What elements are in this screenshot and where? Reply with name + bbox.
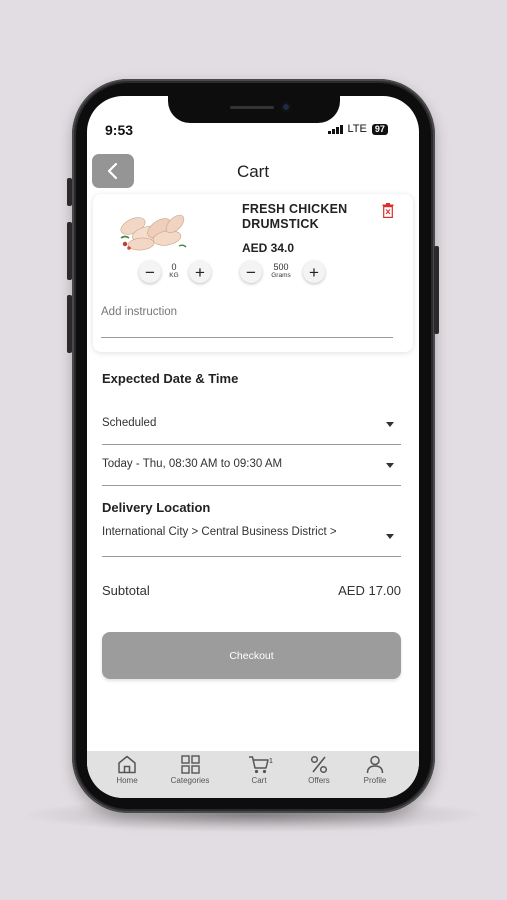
date-time-section-title: Expected Date & Time [102,371,239,386]
tab-offers-label: Offers [308,776,330,785]
person-icon [366,755,384,774]
trash-icon[interactable] [382,203,394,218]
cart-icon [249,756,269,774]
schedule-mode-value: Scheduled [102,417,157,429]
grams-decrement-button[interactable]: − [240,261,262,283]
product-price: AED 34.0 [242,241,295,255]
home-icon [118,755,136,774]
delivery-location-value: International City > Central Business Di… [102,526,337,538]
battery-icon: 97 [371,123,388,135]
kg-unit: KG [169,272,179,279]
bottom-tab-bar: Home Categories 1 Cart Offers Profile [87,751,419,798]
cart-item-card: FRESH CHICKEN DRUMSTICK AED 34.0 − 0 KG … [93,194,413,352]
signal-icon [328,124,343,134]
chevron-down-icon [386,463,394,468]
phone-side-button [67,178,72,206]
chevron-down-icon [386,534,394,539]
time-slot-value: Today - Thu, 08:30 AM to 09:30 AM [102,458,283,470]
grams-unit: Grams [271,272,291,279]
time-slot-underline [102,485,401,486]
delivery-location-select[interactable]: International City > Central Business Di… [102,523,401,557]
tab-cart[interactable]: 1 Cart [229,755,289,785]
product-name: FRESH CHICKEN DRUMSTICK [242,202,348,231]
phone-volume-up-button [67,222,72,280]
notch [168,96,340,123]
kg-increment-button[interactable]: + [189,261,211,283]
tab-cart-label: Cart [251,776,267,785]
phone-volume-down-button [67,295,72,353]
grams-value: 500 [273,262,289,272]
status-time: 9:53 [105,122,134,138]
delivery-location-section-title: Delivery Location [102,500,211,515]
grid-icon [180,755,200,774]
delivery-location-underline [102,556,401,557]
tab-categories-label: Categories [170,776,210,785]
grams-increment-button[interactable]: + [303,261,325,283]
schedule-mode-underline [102,444,401,445]
tab-profile[interactable]: Profile [345,755,405,785]
grams-quantity: 500 Grams [265,262,297,280]
kg-decrement-button[interactable]: − [139,261,161,283]
schedule-mode-select[interactable]: Scheduled [102,414,401,445]
tab-categories[interactable]: Categories [160,755,220,785]
kg-quantity: 0 KG [165,262,183,280]
app-screen: 9:53 LTE 97 Cart FRESH CHICKEN DRUMSTICK… [87,96,419,798]
instruction-underline [101,337,393,338]
network-label: LTE [347,123,367,135]
tab-home-label: Home [116,776,138,785]
tab-home[interactable]: Home [97,755,157,785]
phone-power-button [434,246,439,334]
tab-profile-label: Profile [363,776,387,785]
cart-badge: 1 [269,758,273,765]
checkout-button[interactable]: Checkout [102,632,401,679]
instruction-input[interactable]: Add instruction [101,306,177,318]
status-indicators: LTE 97 [328,123,388,135]
page-title: Cart [236,162,270,181]
chevron-down-icon [386,422,394,427]
tab-offers[interactable]: Offers [289,755,349,785]
time-slot-select[interactable]: Today - Thu, 08:30 AM to 09:30 AM [102,455,401,486]
product-image [120,214,187,251]
subtotal-value: AED 17.00 [338,583,401,598]
percent-icon [310,755,328,774]
kg-value: 0 [171,262,177,272]
subtotal-label: Subtotal [102,583,150,598]
